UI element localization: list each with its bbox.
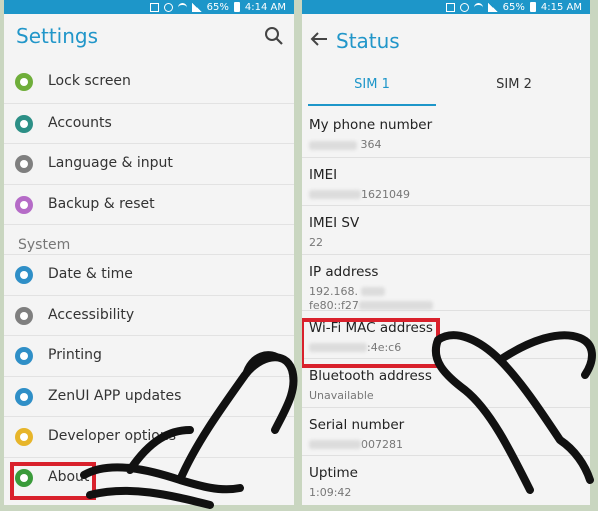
row-title: IMEI (309, 166, 338, 183)
battery-percent: 65% (206, 1, 229, 13)
tab-sim1[interactable]: SIM 1 (304, 64, 440, 106)
settings-item-label: Backup & reset (48, 195, 155, 212)
settings-item-label: Accounts (48, 114, 112, 131)
status-row-imei[interactable]: IMEI 1621049 (302, 156, 590, 206)
battery-percent: 65% (502, 1, 525, 13)
clock-icon (15, 266, 33, 284)
section-header-system: System (4, 224, 294, 254)
update-icon (15, 387, 33, 406)
settings-item-lock-screen[interactable]: Lock screen (4, 62, 294, 103)
status-row-imei-sv[interactable]: IMEI SV 22 (302, 205, 590, 254)
wifi-icon (177, 2, 187, 12)
status-header: Status (302, 14, 590, 64)
row-title: IP address (309, 263, 379, 280)
row-title: Bluetooth address (309, 368, 432, 384)
row-title: My phone number (309, 117, 433, 133)
status-row-phone-number[interactable]: My phone number 364 (302, 108, 590, 157)
signal-icon (487, 2, 498, 12)
vibrate-icon (149, 2, 159, 12)
settings-item-language[interactable]: Language & input (4, 143, 294, 184)
battery-icon (529, 2, 536, 12)
settings-header: Settings (4, 14, 294, 58)
sim-tabs: SIM 1 SIM 2 (302, 64, 590, 106)
settings-item-label: Lock screen (48, 73, 131, 89)
status-bar: 65% 4:15 AM (302, 0, 590, 14)
settings-item-label: Language & input (48, 155, 173, 171)
row-value: 364 (309, 138, 382, 151)
search-icon[interactable] (264, 26, 284, 46)
section-label: System (18, 237, 71, 253)
vibrate-icon (445, 2, 455, 12)
pointing-hand-illustration (431, 331, 596, 494)
tab-sim2[interactable]: SIM 2 (446, 64, 582, 106)
settings-item-backup[interactable]: Backup & reset (4, 183, 294, 225)
row-value: 1621049 (309, 188, 410, 201)
signal-icon (191, 2, 202, 12)
page-title: Settings (16, 24, 99, 48)
settings-item-accounts[interactable]: Accounts (4, 102, 294, 144)
row-value: 1:09:42 (309, 486, 352, 499)
battery-icon (233, 2, 240, 12)
printer-icon (15, 347, 33, 365)
row-title: Serial number (309, 416, 405, 433)
lock-icon (15, 73, 33, 91)
row-title: Uptime (309, 465, 358, 481)
row-value: 22 (309, 236, 323, 249)
alarm-icon (459, 2, 469, 12)
wifi-icon (473, 2, 483, 12)
settings-item-date-time[interactable]: Date & time (4, 254, 294, 295)
row-value: 192.168. (309, 285, 386, 298)
row-title: IMEI SV (309, 215, 360, 231)
row-value: Unavailable (309, 389, 374, 402)
person-icon (15, 114, 33, 133)
alarm-icon (163, 2, 173, 12)
hand-icon (15, 306, 33, 325)
settings-item-label: Date & time (48, 266, 133, 282)
backup-icon (15, 195, 33, 214)
pointing-hand-illustration (80, 351, 298, 509)
page-title: Status (336, 29, 400, 53)
row-value: 007281 (309, 438, 403, 451)
clock-time: 4:14 AM (244, 1, 286, 13)
status-bar: 65% 4:14 AM (4, 0, 294, 14)
clock-time: 4:15 AM (540, 1, 582, 13)
back-arrow-icon[interactable] (310, 32, 328, 46)
language-icon (15, 155, 33, 173)
brackets-icon (15, 428, 33, 446)
